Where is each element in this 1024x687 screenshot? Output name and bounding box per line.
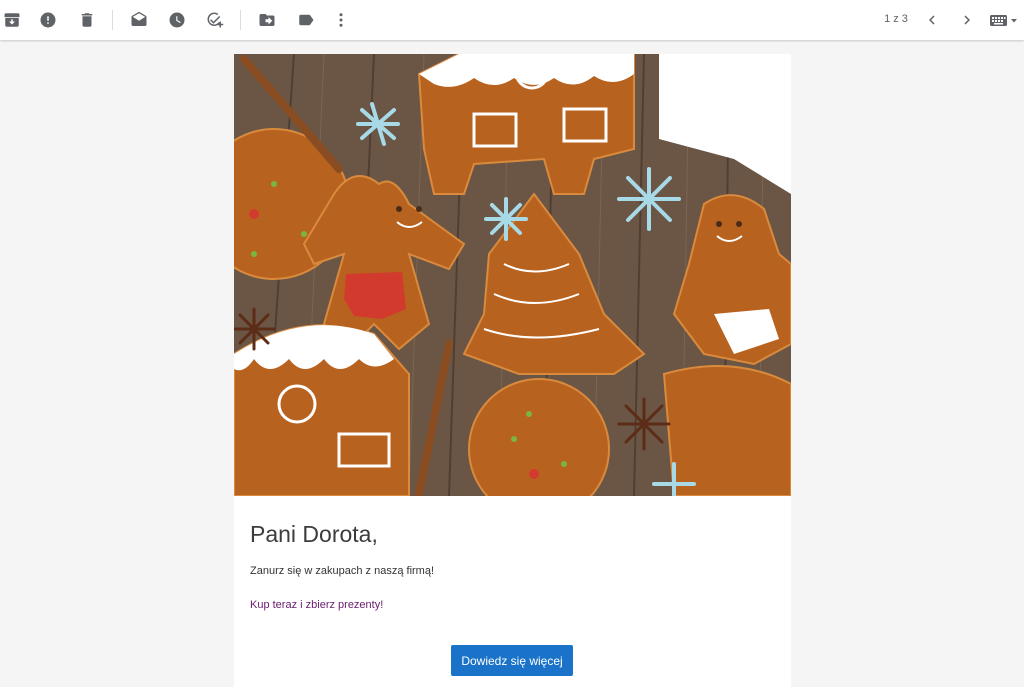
snooze-icon[interactable]: [165, 8, 189, 32]
email-body: Pani Dorota, Zanurz się w zakupach z nas…: [234, 54, 791, 687]
chevron-left-icon[interactable]: [920, 8, 944, 32]
toolbar-divider: [240, 10, 241, 30]
toolbar: 1 z 3: [0, 0, 1024, 40]
learn-more-button[interactable]: Dowiedz się więcej: [451, 645, 573, 676]
mark-unread-icon[interactable]: [127, 8, 151, 32]
keyboard-icon[interactable]: [990, 13, 1018, 29]
more-icon[interactable]: [329, 8, 353, 32]
pager-count: 1 z 3: [884, 13, 908, 25]
chevron-right-icon[interactable]: [955, 8, 979, 32]
delete-icon[interactable]: [75, 8, 99, 32]
shop-link[interactable]: Kup teraz i zbierz prezenty!: [250, 599, 383, 611]
toolbar-divider: [112, 10, 113, 30]
archive-icon[interactable]: [0, 8, 24, 32]
hero-image: [234, 54, 791, 496]
report-spam-icon[interactable]: [36, 8, 60, 32]
add-task-icon[interactable]: [203, 8, 227, 32]
body-text: Zanurz się w zakupach z naszą firmą!: [250, 565, 435, 577]
greeting-heading: Pani Dorota,: [250, 521, 378, 547]
move-to-icon[interactable]: [255, 8, 279, 32]
label-icon[interactable]: [294, 8, 318, 32]
